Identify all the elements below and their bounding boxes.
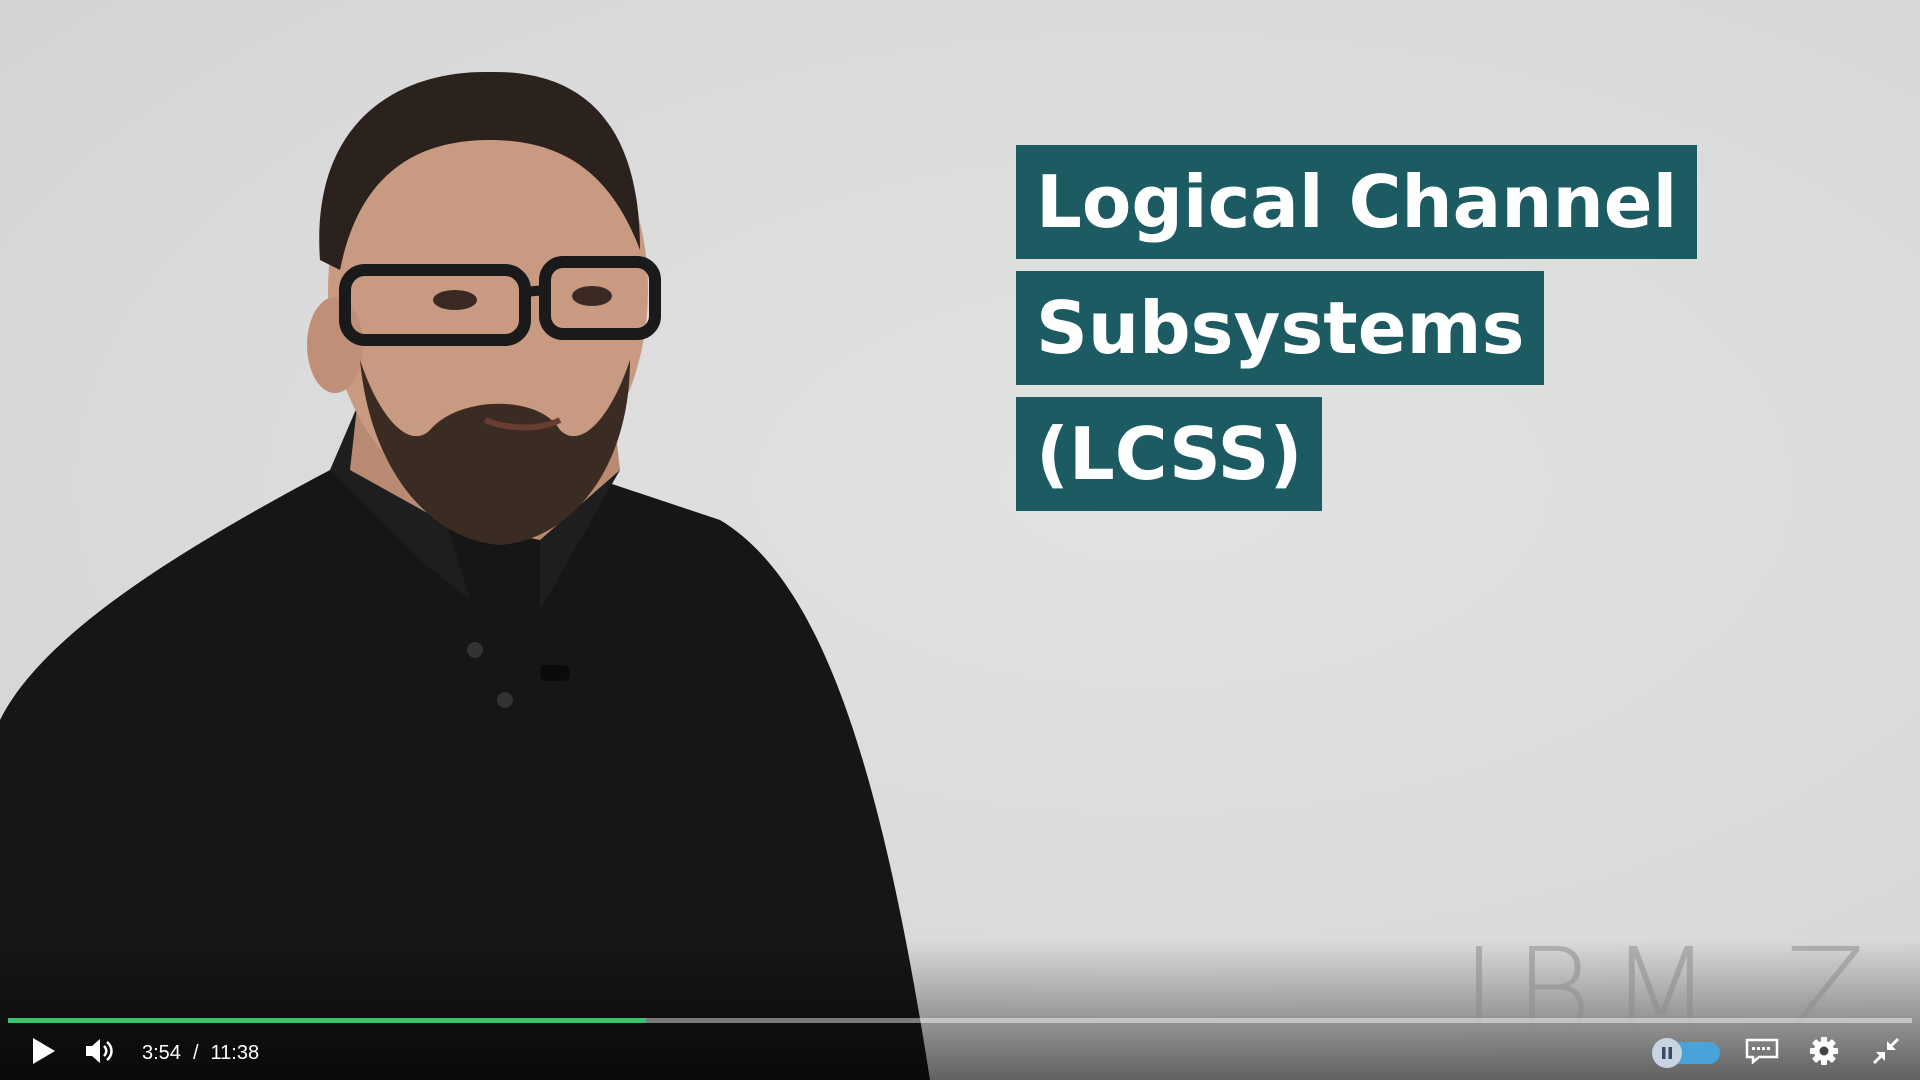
play-button[interactable] xyxy=(12,1026,76,1080)
captions-icon xyxy=(1745,1038,1779,1069)
title-line-3: (LCSS) xyxy=(1016,397,1323,511)
settings-button[interactable] xyxy=(1804,1026,1844,1080)
progress-bar[interactable] xyxy=(8,1018,1912,1023)
pause-toggle-icon xyxy=(1652,1038,1682,1068)
gear-icon xyxy=(1809,1036,1839,1071)
current-time: 3:54 xyxy=(142,1041,181,1064)
volume-button[interactable] xyxy=(76,1026,124,1080)
title-line-2: Subsystems xyxy=(1016,271,1545,385)
control-bar: 3:54 / 11:38 xyxy=(0,1026,1920,1080)
video-player[interactable]: Logical Channel Subsystems (LCSS) IBM Z … xyxy=(0,0,1920,1080)
title-line-1: Logical Channel xyxy=(1016,145,1698,259)
video-title-overlay: Logical Channel Subsystems (LCSS) xyxy=(1016,145,1698,523)
play-icon xyxy=(31,1037,57,1070)
right-controls xyxy=(1652,1026,1906,1080)
captions-button[interactable] xyxy=(1742,1026,1782,1080)
time-display: 3:54 / 11:38 xyxy=(142,1042,259,1065)
volume-icon xyxy=(84,1037,116,1070)
exit-fullscreen-button[interactable] xyxy=(1866,1026,1906,1080)
exit-fullscreen-icon xyxy=(1872,1037,1900,1070)
duration: 11:38 xyxy=(210,1041,260,1064)
progress-played xyxy=(8,1018,647,1023)
time-separator: / xyxy=(192,1041,199,1064)
autoplay-toggle[interactable] xyxy=(1652,1038,1720,1068)
